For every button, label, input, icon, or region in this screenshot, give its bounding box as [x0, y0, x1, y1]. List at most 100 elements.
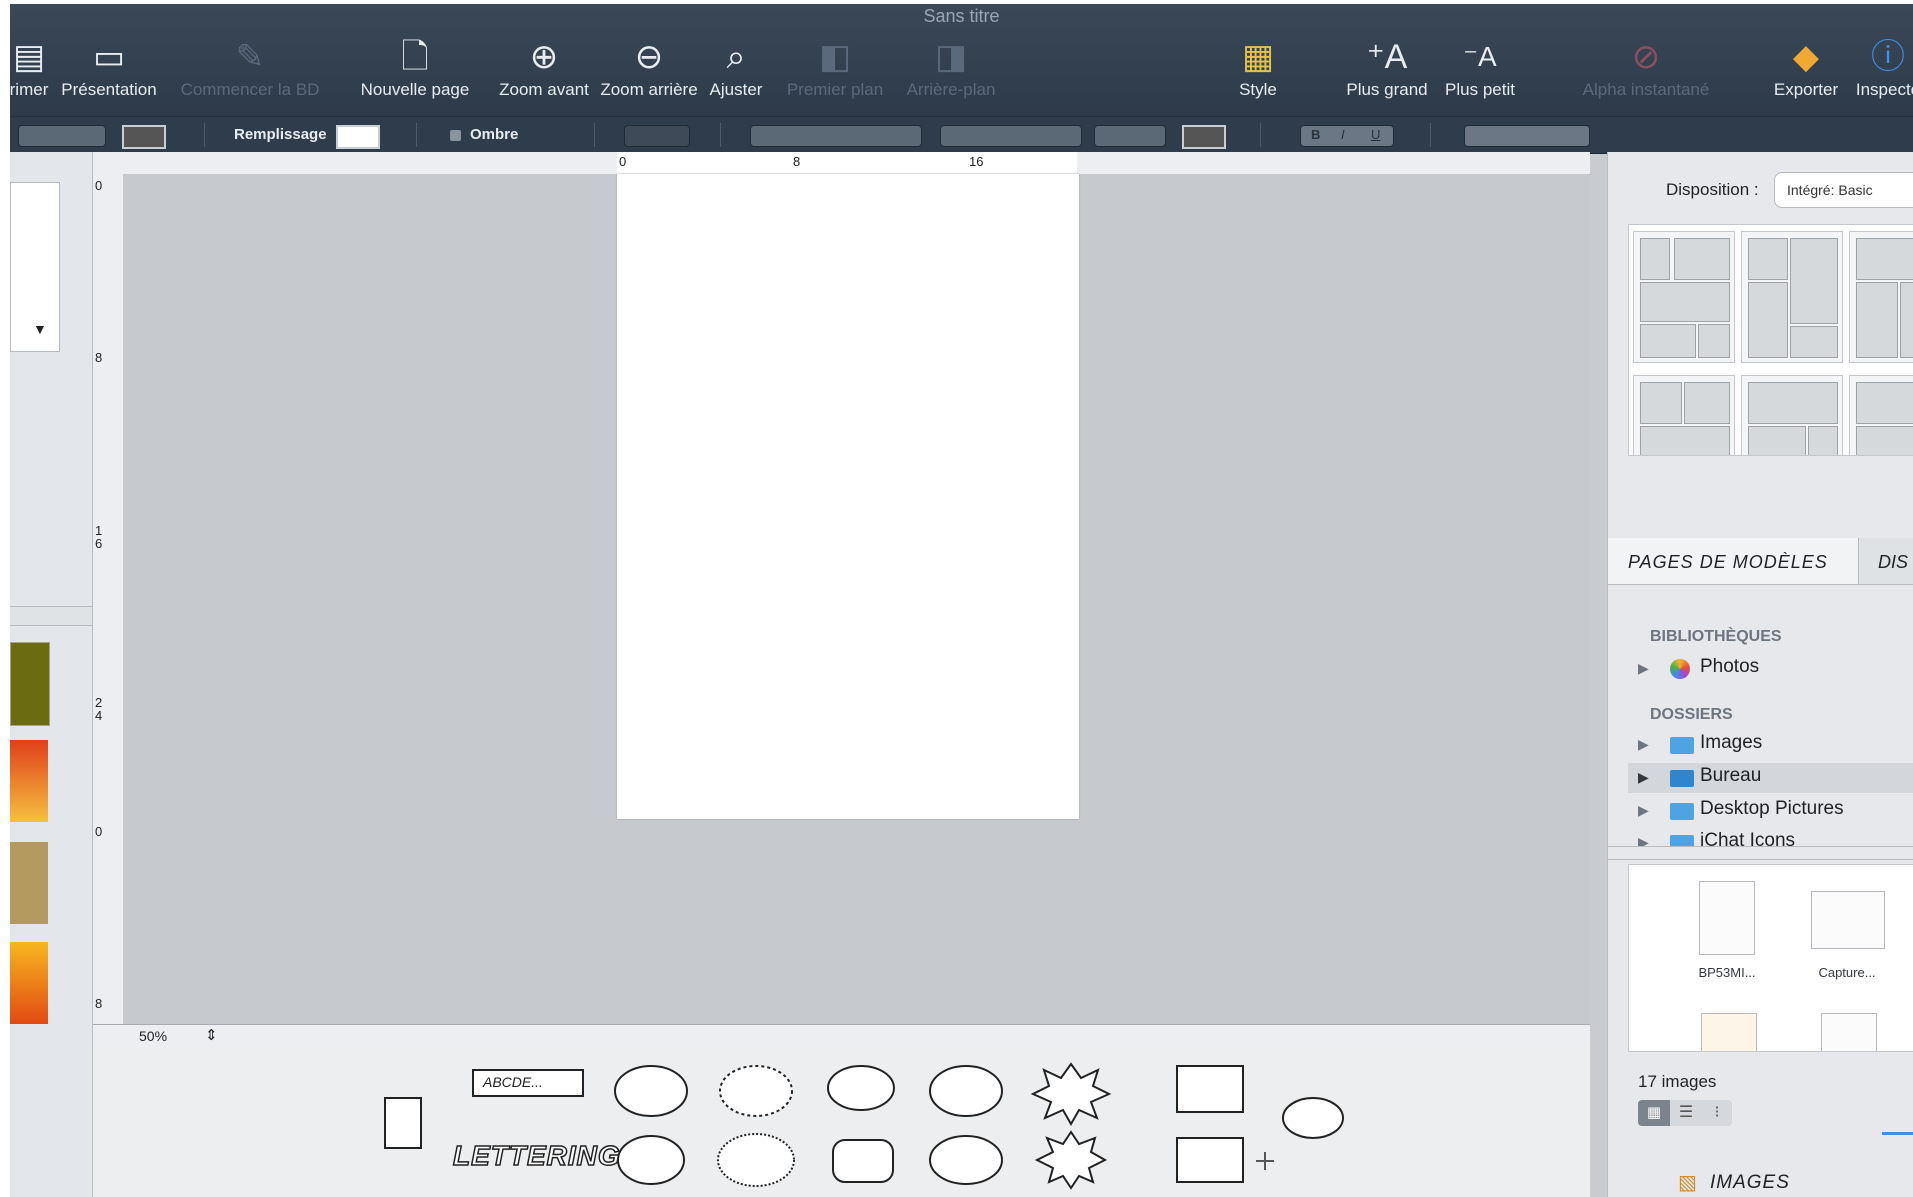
italic-button[interactable]: I [1341, 127, 1345, 142]
new-page-button[interactable]: 🗋 Nouvelle page [350, 34, 480, 114]
style-button[interactable]: ▦ Style [1228, 34, 1288, 114]
whisper-balloon[interactable] [719, 1065, 793, 1117]
sidebar-splitter[interactable] [10, 606, 92, 626]
style-swatch[interactable] [10, 740, 48, 822]
layout-thumbnail[interactable] [1633, 375, 1735, 455]
library-item-photos[interactable]: ▶ Photos [1628, 654, 1913, 684]
chevron-down-icon[interactable]: ▼ [33, 321, 47, 337]
zoom-in-button[interactable]: ⊕ Zoom avant [494, 34, 594, 114]
disclosure-triangle-icon[interactable]: ▶ [1638, 802, 1649, 819]
ruler-page-range [617, 152, 1077, 174]
cloud-balloon[interactable] [929, 1135, 1003, 1185]
bold-button[interactable]: B [1311, 127, 1320, 142]
scallop-balloon[interactable] [717, 1133, 795, 1187]
thought-balloon[interactable] [827, 1065, 895, 1111]
disclosure-triangle-icon[interactable]: ▶ [1638, 660, 1649, 677]
style-swatch[interactable] [10, 942, 48, 1024]
image-thumbnail[interactable] [1699, 881, 1755, 955]
horizontal-ruler: 0 8 16 [93, 152, 1590, 175]
list-view-icon[interactable]: ☰ [1670, 1100, 1702, 1126]
status-bar: 50% ⇕ [93, 1024, 1590, 1047]
folder-icon [1670, 835, 1694, 846]
detail-view-icon[interactable]: ⁝ [1702, 1100, 1732, 1126]
left-sidebar: ▼ [10, 152, 93, 1197]
speech-balloon-oval[interactable] [614, 1065, 688, 1117]
folder-item-images[interactable]: ▶ Images [1628, 730, 1913, 760]
images-tab[interactable]: ▧ IMAGES [1678, 1168, 1838, 1197]
grid-view-icon[interactable]: ▦ [1638, 1100, 1670, 1126]
fit-button[interactable]: ⌕ Ajuster [704, 34, 768, 114]
rounded-balloon[interactable] [832, 1139, 894, 1183]
layout-select[interactable]: Intégré: Basic [1774, 172, 1913, 208]
bigger-font-button[interactable]: ⁺A Plus grand [1340, 34, 1434, 114]
zoom-out-button[interactable]: ⊖ Zoom arrière [596, 34, 702, 114]
font-size-stepper[interactable] [1094, 125, 1166, 147]
toolbar: Sans titre ▤ rimer ▭ Présentation ✎ Comm… [10, 4, 1913, 116]
layout-thumbnail[interactable] [1849, 231, 1913, 363]
separator [416, 123, 417, 147]
info-icon: ⓘ [1871, 38, 1905, 76]
style-swatch[interactable] [10, 642, 50, 726]
ruler-tick-label: 16 [969, 154, 984, 169]
caption-box-bottom[interactable] [1176, 1137, 1244, 1183]
shout-balloon[interactable] [1030, 1062, 1112, 1127]
bring-front-button[interactable]: ◧ Premier plan [780, 34, 890, 114]
style-swatch[interactable] [10, 842, 48, 924]
images-stack-icon: ▧ [1678, 1172, 1697, 1194]
text-color-well[interactable] [1182, 125, 1226, 149]
caption-box[interactable] [1176, 1065, 1244, 1113]
fill-label: Remplissage [234, 126, 327, 143]
layout-thumbnail[interactable] [1741, 231, 1843, 363]
folder-item-ichat-icons[interactable]: ▶ iChat Icons [1628, 828, 1913, 846]
start-comic-button[interactable]: ✎ Commencer la BD [180, 34, 320, 114]
layout-thumbnail[interactable] [1741, 375, 1843, 455]
zoom-level[interactable]: 50% [139, 1028, 167, 1044]
speech-balloon-wide[interactable] [617, 1135, 685, 1185]
tab-second[interactable]: DIS [1874, 538, 1913, 584]
layout-thumbnail[interactable] [1633, 231, 1735, 363]
presentation-button[interactable]: ▭ Présentation [54, 34, 164, 114]
style-stepper[interactable] [18, 125, 106, 147]
font-style-select[interactable] [940, 125, 1082, 147]
alignment-segment[interactable] [1464, 125, 1590, 147]
panel-splitter[interactable] [1608, 846, 1913, 860]
font-family-select[interactable] [750, 125, 922, 147]
image-thumbnail[interactable] [1821, 1013, 1877, 1051]
comic-page[interactable] [617, 174, 1079, 819]
shadow-checkbox[interactable] [450, 130, 461, 141]
zoom-fit-icon: ⌕ [726, 38, 746, 76]
inspector-button[interactable]: ⓘ Inspecte [1848, 34, 1913, 114]
view-mode-segment: ▦ ☰ ⁝ [1638, 1100, 1732, 1126]
export-button[interactable]: ◆ Exporter [1766, 34, 1846, 114]
tab-template-pages[interactable]: PAGES DE MODÈLES [1608, 538, 1859, 584]
image-thumbnail[interactable] [1811, 891, 1885, 949]
folder-item-desktop-pictures[interactable]: ▶ Desktop Pictures [1628, 796, 1913, 826]
layout-thumbnail[interactable] [1849, 375, 1913, 455]
speech-balloon-small[interactable] [1282, 1097, 1344, 1139]
size-slider[interactable] [1882, 1132, 1913, 1135]
disclosure-triangle-icon[interactable]: ▶ [1638, 769, 1649, 786]
lettering-shape[interactable]: LETTERING [452, 1139, 621, 1172]
image-thumbnail[interactable] [1701, 1013, 1757, 1051]
photos-icon [1670, 659, 1690, 679]
page-thumbnail[interactable]: ▼ [10, 182, 60, 352]
ruler-tick-label: 8 [95, 350, 103, 365]
print-button[interactable]: ▤ rimer [10, 34, 50, 114]
speech-balloon-round[interactable] [929, 1065, 1003, 1117]
folder-icon [1670, 737, 1694, 754]
underline-button[interactable]: U [1371, 127, 1380, 142]
zoom-stepper-icon[interactable]: ⇕ [205, 1026, 218, 1044]
instant-alpha-button[interactable]: ⊘ Alpha instantané [1566, 34, 1726, 114]
folder-item-bureau[interactable]: ▶ Bureau [1628, 763, 1913, 793]
burst-balloon[interactable] [1034, 1130, 1108, 1190]
panel-shape[interactable] [384, 1097, 422, 1149]
images-tab-label: IMAGES [1710, 1172, 1790, 1193]
line-style-select[interactable] [624, 125, 690, 147]
export-icon: ◆ [1792, 38, 1820, 76]
disclosure-triangle-icon[interactable]: ▶ [1638, 736, 1649, 753]
disclosure-triangle-icon[interactable]: ▶ [1638, 834, 1649, 846]
send-back-button[interactable]: ◨ Arrière-plan [896, 34, 1006, 114]
fill-color-well[interactable] [336, 125, 380, 149]
stroke-color-well[interactable] [122, 125, 166, 149]
smaller-font-button[interactable]: ⁻A Plus petit [1438, 34, 1522, 114]
